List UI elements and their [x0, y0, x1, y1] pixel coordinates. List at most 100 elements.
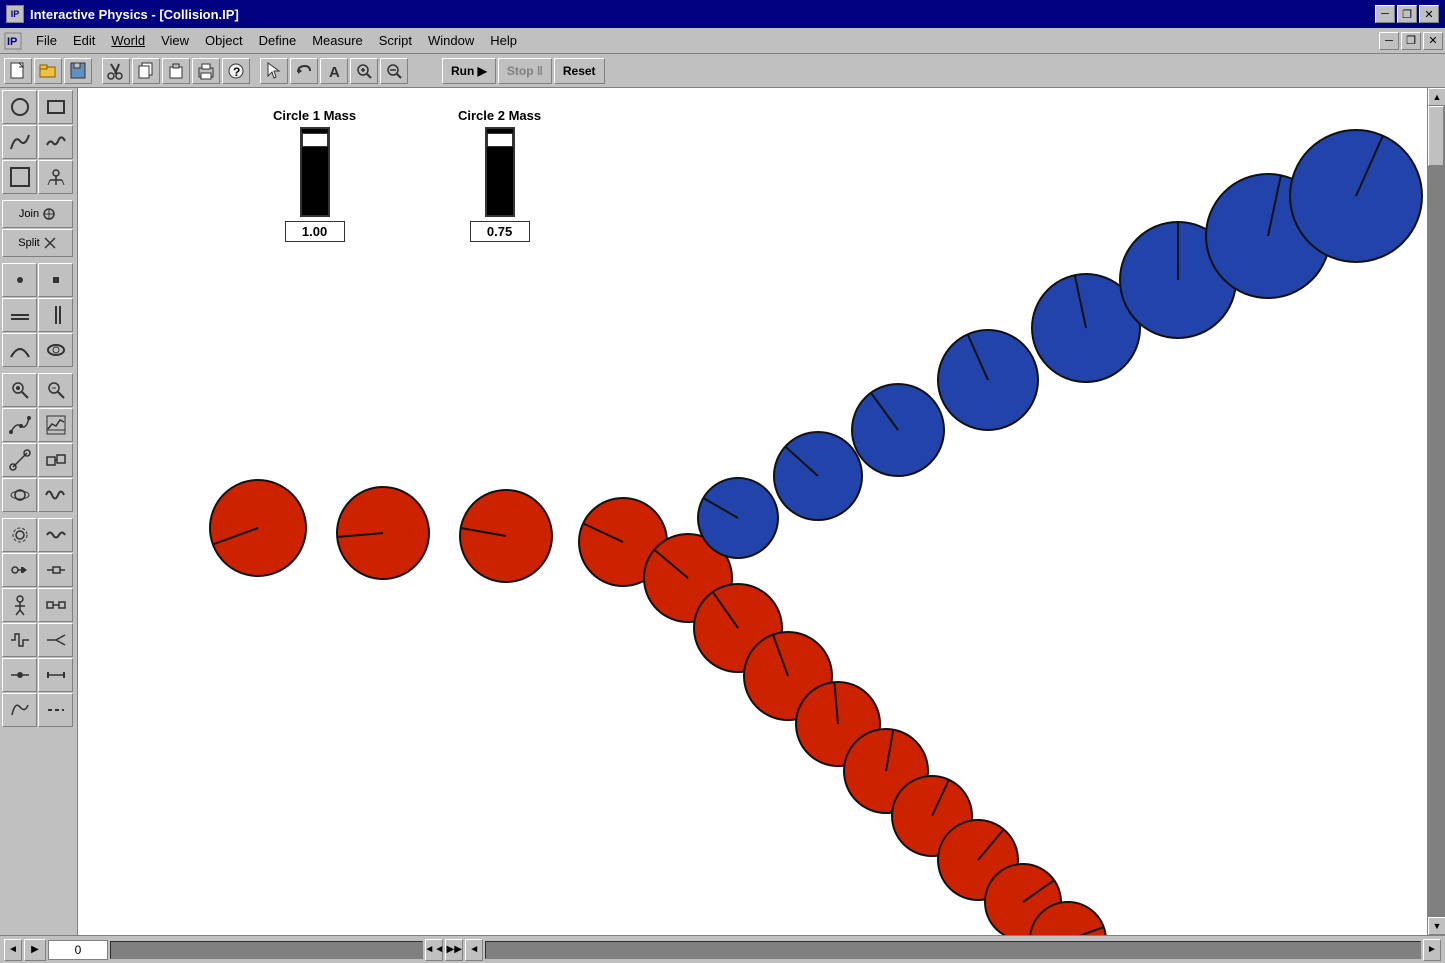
menu-help[interactable]: Help — [482, 31, 525, 50]
menu-file[interactable]: File — [28, 31, 65, 50]
minimize-button[interactable]: ─ — [1375, 5, 1395, 23]
menu-define[interactable]: Define — [251, 31, 305, 50]
scroll-far-right-arrow[interactable]: ► — [1423, 939, 1441, 961]
anchor-tool[interactable] — [38, 160, 73, 194]
stop-button[interactable]: Stop ‖ — [498, 58, 552, 84]
measure2-tool[interactable] — [38, 658, 73, 692]
planet-tool[interactable] — [2, 478, 37, 512]
close-button[interactable]: ✕ — [1419, 5, 1439, 23]
left-toolbar: Join Split — [0, 88, 78, 935]
double-line-tool[interactable] — [38, 298, 73, 332]
menu-world[interactable]: World — [103, 31, 153, 50]
run-button[interactable]: Run ▶ — [442, 58, 496, 84]
square-point-tool[interactable] — [38, 263, 73, 297]
spring-tool[interactable] — [38, 518, 73, 552]
cut-button[interactable] — [102, 58, 130, 84]
ellipse-tool[interactable] — [38, 333, 73, 367]
scroll-track-horizontal2[interactable] — [485, 941, 1421, 959]
tool-row-12 — [2, 553, 75, 587]
play-back-button[interactable]: ▶ — [24, 939, 46, 961]
line-tool[interactable] — [2, 298, 37, 332]
graph-tool[interactable] — [38, 408, 73, 442]
new-button[interactable] — [4, 58, 32, 84]
constrain-tool[interactable] — [2, 443, 37, 477]
scroll-track-horizontal[interactable] — [110, 941, 423, 959]
arc-tool[interactable] — [2, 333, 37, 367]
menu-script[interactable]: Script — [371, 31, 420, 50]
signal-tool[interactable] — [2, 623, 37, 657]
rope-tool[interactable] — [2, 553, 37, 587]
bottom-bar: ◄ ▶ 0 ◄◄ ▶▶ ◄ ► — [0, 935, 1445, 963]
pointer-tool[interactable] — [260, 58, 288, 84]
curve-tool[interactable] — [2, 125, 37, 159]
polygon-tool[interactable] — [2, 160, 37, 194]
menu-minimize-btn[interactable]: ─ — [1379, 32, 1399, 50]
dash-tool[interactable] — [38, 693, 73, 727]
script-tool[interactable] — [2, 693, 37, 727]
magnify-tool[interactable] — [2, 373, 37, 407]
frame-input[interactable]: 0 — [48, 940, 108, 960]
menu-window[interactable]: Window — [420, 31, 482, 50]
tool-row-10 — [2, 478, 75, 512]
zoom-in-tool[interactable] — [350, 58, 378, 84]
menu-items: IP File Edit World View Object Define Me… — [2, 30, 525, 52]
gear-tool[interactable] — [2, 518, 37, 552]
tool-row-1 — [2, 90, 75, 124]
tool-row-2 — [2, 125, 75, 159]
menu-view[interactable]: View — [153, 31, 197, 50]
menu-object[interactable]: Object — [197, 31, 251, 50]
scroll-down-arrow[interactable]: ▼ — [1428, 917, 1445, 935]
join-button[interactable]: Join — [2, 200, 73, 228]
right-scrollbar: ▲ ▼ — [1427, 88, 1445, 935]
scroll-track-vertical[interactable] — [1428, 106, 1445, 917]
reset-button[interactable]: Reset — [554, 58, 605, 84]
tool-row-5 — [2, 298, 75, 332]
tool-row-16 — [2, 693, 75, 727]
scroll-left-arrow[interactable]: ◄ — [4, 939, 22, 961]
copy-button[interactable] — [132, 58, 160, 84]
app-icon: IP — [6, 5, 24, 23]
toolbar: ? A Run ▶ Stop ‖ Reset — [0, 54, 1445, 88]
scroll-right2-arrow[interactable]: ▶▶ — [445, 939, 463, 961]
wave-tool[interactable] — [38, 478, 73, 512]
track-tool[interactable] — [2, 408, 37, 442]
tool-row-7 — [2, 373, 75, 407]
person-tool[interactable] — [2, 588, 37, 622]
restore-button[interactable]: ❐ — [1397, 5, 1417, 23]
point-tool[interactable] — [2, 263, 37, 297]
menu-edit[interactable]: Edit — [65, 31, 103, 50]
reset-label: Reset — [563, 64, 596, 78]
tool-row-6 — [2, 333, 75, 367]
tool-row-3 — [2, 160, 75, 194]
save-button[interactable] — [64, 58, 92, 84]
zoom-out-tool[interactable] — [380, 58, 408, 84]
paste-button[interactable] — [162, 58, 190, 84]
measure-tool[interactable] — [38, 373, 73, 407]
rotate-tool[interactable] — [2, 658, 37, 692]
link-tool[interactable] — [38, 443, 73, 477]
stop-label: Stop ‖ — [507, 64, 543, 78]
menu-right-buttons[interactable]: ─ ❐ ✕ — [1379, 32, 1443, 50]
app-menu-icon[interactable]: IP — [2, 30, 24, 52]
rectangle-tool[interactable] — [38, 90, 73, 124]
circle-tool[interactable] — [2, 90, 37, 124]
menu-close-btn[interactable]: ✕ — [1423, 32, 1443, 50]
help-button[interactable]: ? — [222, 58, 250, 84]
open-button[interactable] — [34, 58, 62, 84]
splitter-tool[interactable] — [38, 623, 73, 657]
scroll-left2-arrow[interactable]: ◄◄ — [425, 939, 443, 961]
menu-restore-btn[interactable]: ❐ — [1401, 32, 1421, 50]
undo-button[interactable] — [290, 58, 318, 84]
print-button[interactable] — [192, 58, 220, 84]
menu-measure[interactable]: Measure — [304, 31, 371, 50]
text-tool[interactable]: A — [320, 58, 348, 84]
title-buttons[interactable]: ─ ❐ ✕ — [1375, 5, 1439, 23]
connector-tool[interactable] — [38, 588, 73, 622]
damper-tool[interactable] — [38, 553, 73, 587]
scroll-thumb-vertical[interactable] — [1428, 106, 1444, 166]
scroll-up-arrow[interactable]: ▲ — [1428, 88, 1445, 106]
split-button[interactable]: Split — [2, 229, 73, 257]
freeform-tool[interactable] — [38, 125, 73, 159]
tool-row-8 — [2, 408, 75, 442]
scroll-right3-arrow[interactable]: ◄ — [465, 939, 483, 961]
